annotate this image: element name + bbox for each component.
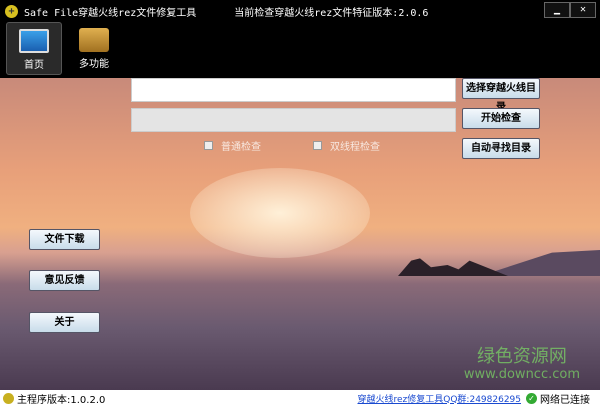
checkbox-box[interactable] <box>313 141 322 150</box>
app-logo-icon <box>3 392 14 404</box>
dual-thread-check-checkbox[interactable]: 双线程检查 <box>313 138 380 153</box>
path-input[interactable] <box>131 78 456 102</box>
feature-version: 当前检查穿越火线rez文件特征版本:2.0.6 <box>234 7 429 19</box>
feedback-button[interactable]: 意见反馈 <box>29 270 100 291</box>
toolbar: 首页 多功能 <box>0 22 600 78</box>
file-download-button[interactable]: 文件下载 <box>29 229 100 250</box>
sun-glow <box>190 168 370 258</box>
monitor-icon <box>19 29 49 53</box>
tab-multi-function[interactable]: 多功能 <box>66 22 122 75</box>
select-directory-button[interactable]: 选择穿越火线目录 <box>462 78 540 113</box>
qq-group-link[interactable]: 穿越火线rez修复工具QQ群:249826295 <box>358 392 522 405</box>
tab-home-label: 首页 <box>24 60 44 71</box>
normal-check-checkbox[interactable]: 普通检查 <box>204 138 261 153</box>
tab-multi-label: 多功能 <box>79 59 109 70</box>
checkbox-box[interactable] <box>204 141 213 150</box>
watermark-url: www.downcc.com <box>463 367 580 382</box>
progress-bar <box>131 108 456 132</box>
status-bar: 主程序版本:1.0.2.0 穿越火线rez修复工具QQ群:249826295 ✓… <box>0 390 600 406</box>
check-icon: ✓ <box>526 392 537 404</box>
start-check-button[interactable]: 开始检查 <box>462 108 540 129</box>
minimize-button[interactable]: ▁ <box>544 2 570 18</box>
about-button[interactable]: 关于 <box>29 312 100 333</box>
program-version: 主程序版本:1.0.2.0 <box>17 394 106 406</box>
auto-find-directory-button[interactable]: 自动寻找目录 <box>462 138 540 159</box>
network-status: 网络已连接 <box>540 394 590 406</box>
app-title: Safe File穿越火线rez文件修复工具 <box>24 7 197 19</box>
close-button[interactable]: ✕ <box>570 2 596 18</box>
toolbox-icon <box>79 28 109 52</box>
title-bar: + Safe File穿越火线rez文件修复工具 当前检查穿越火线rez文件特征… <box>0 0 600 22</box>
watermark-text: 绿色资源网 <box>476 346 567 367</box>
checkbox-label: 普通检查 <box>221 142 261 153</box>
watermark: 绿色资源网 www.downcc.com <box>464 348 580 384</box>
background-rocks <box>398 258 508 276</box>
main-panel: 选择穿越火线目录 开始检查 自动寻找目录 普通检查 双线程检查 文件下载 意见反… <box>0 78 600 390</box>
app-logo-icon: + <box>5 4 18 18</box>
checkbox-label: 双线程检查 <box>330 142 380 153</box>
tab-home[interactable]: 首页 <box>6 22 62 75</box>
